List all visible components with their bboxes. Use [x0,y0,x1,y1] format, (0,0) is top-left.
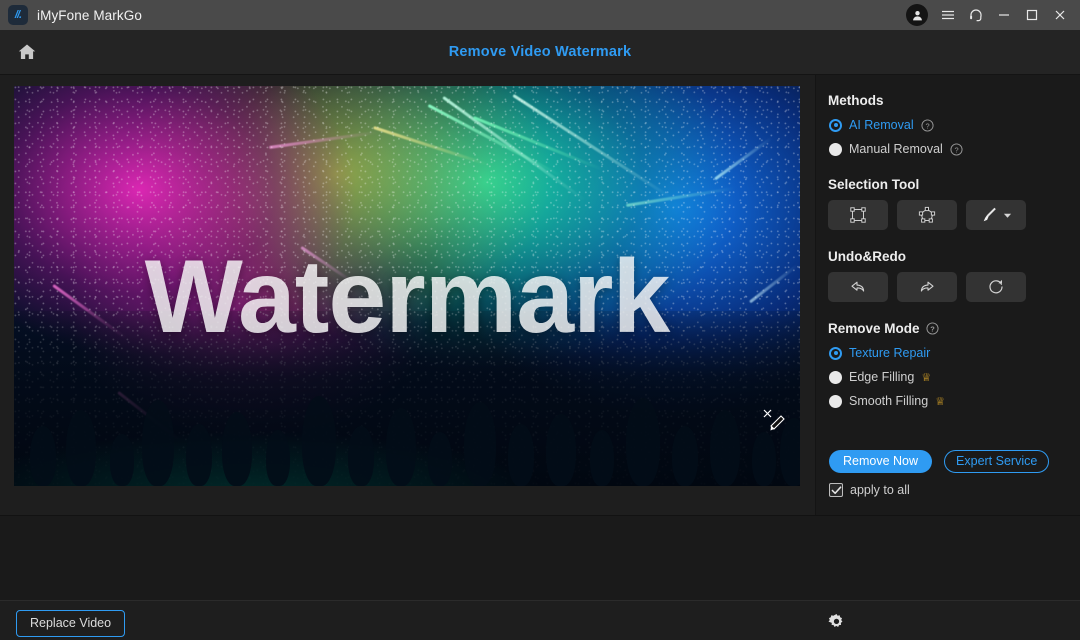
app-logo-icon: //. [8,5,28,25]
selection-tool-buttons [828,200,1080,230]
redo-button[interactable] [897,272,957,302]
maximize-icon[interactable] [1018,0,1046,30]
method-option-manual-removal[interactable]: Manual Removal ? [829,140,1080,158]
svg-text:?: ? [925,121,929,130]
radio-ai-removal[interactable] [829,118,842,132]
apply-to-all-checkbox[interactable] [829,483,843,497]
hamburger-menu-icon[interactable] [934,0,962,30]
app-window: //. iMyFone MarkGo Remove Video Watermar… [0,0,1080,640]
expert-service-button[interactable]: Expert Service [944,450,1050,473]
close-icon[interactable] [1046,0,1074,30]
rectangle-select-icon [850,207,866,223]
premium-crown-icon: ♕ [921,371,932,384]
page-title: Remove Video Watermark [448,44,632,60]
svg-text:?: ? [954,145,958,154]
brush-icon [983,207,996,222]
undo-redo-title: Undo&Redo [828,249,906,264]
window-controls [906,0,1080,30]
account-avatar-icon[interactable] [906,4,928,26]
bottom-bar: Replace Video Export All Export Now [0,600,1080,640]
method-label-manual-removal: Manual Removal [849,142,943,156]
undo-redo-buttons [828,272,1080,302]
reset-refresh-icon [989,279,1003,294]
check-icon [831,485,841,494]
brush-select-tool-button[interactable] [966,200,1026,230]
premium-crown-icon: ♕ [935,395,946,408]
remove-mode-option-texture-repair[interactable]: Texture Repair [829,344,1080,362]
radio-edge-filling[interactable] [829,370,842,384]
help-icon[interactable]: ? [925,322,939,335]
radio-manual-removal[interactable] [829,142,842,156]
app-title: iMyFone MarkGo [37,7,142,23]
redo-arrow-icon [920,281,934,292]
app-logo-glyph: //. [14,9,22,21]
reset-button[interactable] [966,272,1026,302]
help-icon[interactable]: ? [950,142,963,156]
minimize-icon[interactable] [990,0,1018,30]
title-bar: //. iMyFone MarkGo [0,0,1080,30]
svg-text:?: ? [930,325,935,334]
remove-mode-label-smooth-filling: Smooth Filling [849,394,929,408]
timeline-bar [0,515,1080,600]
brush-cursor-icon [762,408,788,434]
undo-button[interactable] [828,272,888,302]
settings-panel: Methods AI Removal ? Manual Removal ? Se… [815,75,1080,515]
video-preview[interactable]: Watermark [14,86,800,486]
methods-title: Methods [828,93,884,108]
polygon-select-icon [918,206,936,223]
remove-mode-title: Remove Mode ? [828,321,1080,336]
polygon-select-tool-button[interactable] [897,200,957,230]
method-label-ai-removal: AI Removal [849,118,914,132]
method-option-ai-removal[interactable]: AI Removal ? [829,116,1080,134]
remove-mode-option-smooth-filling[interactable]: Smooth Filling ♕ [829,392,1080,410]
rect-select-tool-button[interactable] [828,200,888,230]
support-headset-icon[interactable] [962,0,990,30]
chevron-down-icon [1003,213,1011,218]
help-icon[interactable]: ? [921,118,934,132]
apply-to-all-row[interactable]: apply to all [829,483,910,497]
apply-to-all-label: apply to all [850,483,910,497]
replace-video-button[interactable]: Replace Video [16,610,126,637]
remove-now-button[interactable]: Remove Now [829,450,933,473]
remove-mode-option-edge-filling[interactable]: Edge Filling ♕ [829,368,1080,386]
remove-mode-label-edge-filling: Edge Filling [849,370,915,384]
watermark-text: Watermark [144,239,671,355]
remove-mode-label-texture-repair: Texture Repair [849,346,931,360]
radio-texture-repair[interactable] [829,346,842,360]
preview-area: Watermark 00 : 00 : 000 / 00 : 00 : 000 [0,75,815,576]
gear-icon[interactable] [828,613,845,630]
remove-mode-label: Remove Mode [828,321,920,336]
panel-actions: Remove Now Expert Service [829,450,1050,473]
radio-smooth-filling[interactable] [829,394,842,408]
nav-bar: Remove Video Watermark [0,30,1080,75]
undo-arrow-icon [851,281,865,292]
selection-tool-title: Selection Tool [828,177,920,192]
